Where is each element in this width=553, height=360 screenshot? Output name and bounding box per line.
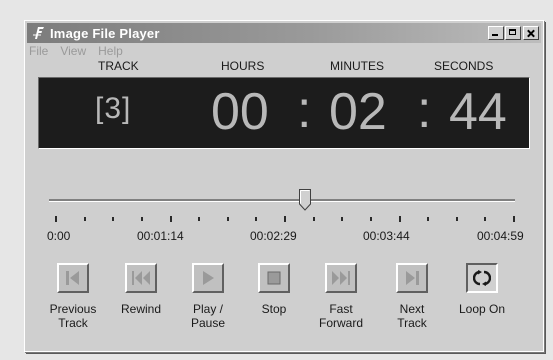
menu-bar: File View Help [29, 44, 135, 60]
previous-track-icon [66, 271, 79, 285]
timeline-tick [55, 216, 57, 222]
timeline-label-1: 00:01:14 [137, 229, 184, 243]
rewind-icon [132, 271, 150, 285]
timeline-tick [455, 217, 458, 221]
next-track-button[interactable] [396, 263, 428, 293]
stop-button[interactable] [258, 263, 290, 293]
timeline-tick [427, 217, 430, 221]
minimize-button[interactable] [488, 26, 504, 40]
timeline-tick [369, 217, 372, 221]
fast-forward-label-line1: Fast [329, 302, 353, 316]
menu-file[interactable]: File [29, 44, 48, 60]
window-title: Image File Player [50, 25, 160, 41]
header-hours: HOURS [221, 59, 265, 73]
loop-icon [473, 270, 491, 286]
header-seconds: SECONDS [434, 59, 494, 73]
header-minutes: MINUTES [330, 59, 384, 73]
display-headers: TRACK HOURS MINUTES SECONDS [25, 59, 543, 75]
timeline-slider-thumb[interactable] [298, 189, 311, 211]
close-button[interactable] [523, 26, 539, 40]
header-track: TRACK [98, 59, 139, 73]
minutes-value: 02 [329, 83, 387, 141]
loop-control: Loop On [447, 263, 517, 316]
window-controls [487, 26, 539, 40]
fast-forward-icon [332, 271, 350, 285]
loop-button[interactable] [466, 263, 498, 293]
play-pause-control: Play / Pause [173, 263, 243, 330]
timeline-tick [284, 216, 286, 222]
timeline-tick [112, 217, 115, 221]
seconds-value: 44 [449, 83, 507, 141]
timeline-tick [341, 217, 344, 221]
next-track-label-line1: Next [399, 302, 425, 316]
previous-track-label-line2: Track [58, 316, 88, 330]
loop-label: Loop On [458, 302, 506, 316]
fast-forward-label-line2: Forward [318, 316, 363, 330]
menu-help[interactable]: Help [98, 44, 123, 60]
timeline-track[interactable] [49, 199, 515, 202]
play-pause-label-line2: Pause [190, 316, 226, 330]
timeline-tick [198, 217, 201, 221]
next-track-control: Next Track [377, 263, 447, 330]
fast-forward-control: Fast Forward [306, 263, 376, 330]
timeline-tick [398, 216, 401, 222]
time-display: [3] 00 : 02 : 44 [38, 77, 530, 149]
timeline-label-4: 00:04:59 [477, 229, 524, 243]
title-bar[interactable]: Image File Player [27, 23, 541, 43]
rewind-label: Rewind [120, 302, 162, 316]
timeline-tick [83, 217, 86, 221]
separator-minutes-seconds: : [417, 81, 432, 139]
previous-track-label-line1: Previous [49, 302, 97, 316]
timeline-label-3: 00:03:44 [363, 229, 410, 243]
timeline-label-2: 00:02:29 [250, 229, 297, 243]
next-track-label-line2: Track [397, 316, 427, 330]
previous-track-button[interactable] [57, 263, 89, 293]
app-logo-icon [31, 25, 47, 41]
hours-value: 00 [211, 83, 269, 141]
play-icon [203, 271, 214, 285]
stop-label: Stop [261, 302, 287, 316]
separator-hours-minutes: : [297, 81, 312, 139]
timeline-tick [513, 216, 515, 222]
timeline-tick [312, 217, 315, 221]
transport-controls: Previous Track Rewind Play / Pause Stop … [25, 263, 543, 343]
next-track-icon [406, 271, 419, 285]
menu-view[interactable]: View [60, 44, 86, 60]
player-window: Image File Player File View Help TRACK H… [24, 20, 544, 352]
previous-track-control: Previous Track [38, 263, 108, 330]
timeline-tick [226, 217, 229, 221]
track-number: [3] [95, 92, 132, 125]
rewind-control: Rewind [106, 263, 176, 316]
timeline-tick [255, 217, 258, 221]
timeline-tick [140, 217, 143, 221]
play-pause-label-line1: Play / [192, 302, 223, 316]
maximize-button[interactable] [505, 26, 521, 40]
fast-forward-button[interactable] [325, 263, 357, 293]
timeline-tick [484, 217, 487, 221]
timeline-tick [169, 216, 172, 222]
play-pause-button[interactable] [192, 263, 224, 293]
rewind-button[interactable] [125, 263, 157, 293]
timeline-label-0: 0:00 [47, 229, 71, 243]
stop-control: Stop [239, 263, 309, 316]
stop-icon [267, 271, 281, 285]
